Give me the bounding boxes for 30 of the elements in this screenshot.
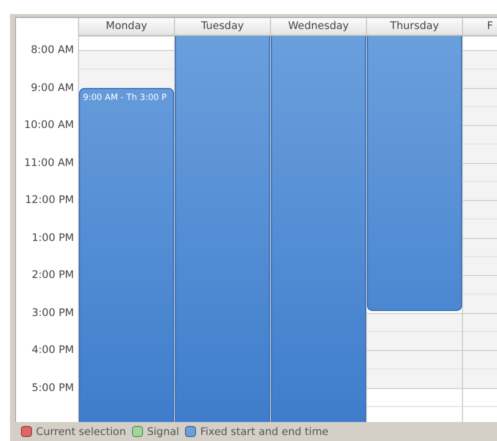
time-label: 12:00 PM — [24, 193, 75, 207]
booked-slot[interactable] — [175, 36, 270, 50]
time-label: 8:00 AM — [30, 43, 75, 57]
time-label: 4:00 PM — [30, 343, 75, 357]
time-label: 5:00 PM — [30, 380, 75, 394]
day-header: Thursday — [366, 18, 462, 36]
time-label: 1:00 PM — [30, 230, 75, 244]
day-header: Tuesday — [174, 18, 270, 36]
day-header: Monday — [78, 18, 174, 36]
event-time-label: 9:00 AM - Th 3:00 P — [82, 92, 168, 102]
day-header: F — [462, 18, 497, 36]
time-label: 2:00 PM — [30, 268, 75, 282]
time-label: 10:00 AM — [23, 118, 75, 132]
legend-label: Signal — [146, 426, 180, 438]
booked-slot[interactable]: 9:00 AM - Th 3:00 P — [79, 88, 174, 125]
time-label: 9:00 AM — [30, 80, 75, 94]
booked-slot[interactable] — [367, 275, 462, 310]
booked-slot[interactable] — [271, 36, 366, 50]
booked-slot[interactable] — [175, 388, 270, 422]
time-label: 11:00 AM — [23, 156, 75, 170]
time-slot[interactable] — [367, 350, 462, 388]
time-slot[interactable] — [367, 312, 462, 350]
legend-label: Current selection — [36, 426, 126, 438]
booked-slot[interactable] — [367, 36, 462, 50]
legend-label: Fixed start and end time — [200, 426, 329, 438]
time-slot[interactable] — [79, 50, 174, 88]
time-label: 3:00 PM — [30, 306, 75, 320]
booked-slot[interactable] — [79, 388, 174, 422]
booked-slot[interactable] — [271, 388, 366, 422]
day-header: Wednesday — [270, 18, 366, 36]
